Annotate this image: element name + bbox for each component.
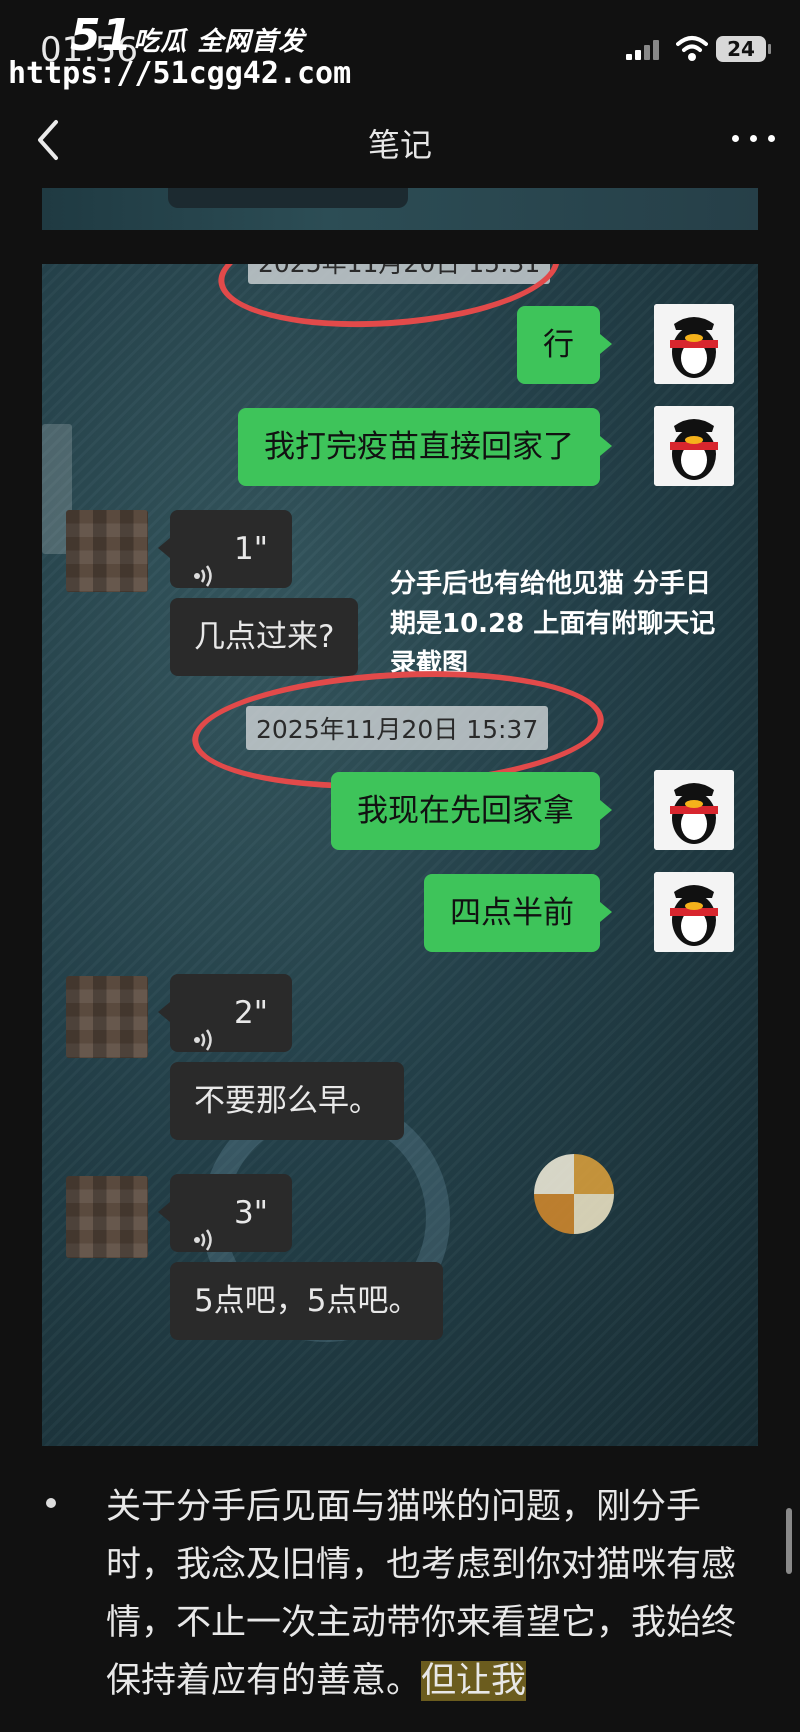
voice-wave-icon bbox=[194, 1203, 216, 1251]
avatar-me bbox=[654, 406, 734, 486]
received-message: 5点吧，5点吧。 bbox=[170, 1262, 444, 1340]
page-title: 笔记 bbox=[367, 126, 432, 164]
received-message: 几点过来? bbox=[170, 598, 359, 676]
voice-wave-icon bbox=[194, 1003, 216, 1051]
voice-duration: 1" bbox=[234, 531, 268, 567]
penguin-avatar-icon bbox=[654, 406, 734, 486]
status-bar: 01:56 51吃瓜 全网首发 https://51cgg42.com 24 bbox=[0, 0, 800, 100]
penguin-avatar-icon bbox=[654, 770, 734, 850]
watermark-logo: 51吃瓜 全网首发 bbox=[70, 10, 305, 61]
avatar-me bbox=[654, 872, 734, 952]
voice-wave-icon bbox=[194, 539, 216, 587]
watermark-logo-text: 吃瓜 全网首发 bbox=[133, 27, 306, 57]
avatar-other-pixelated bbox=[66, 976, 148, 1058]
penguin-avatar-icon bbox=[654, 304, 734, 384]
voice-message[interactable]: 2" bbox=[158, 974, 292, 1052]
bullet-point bbox=[46, 1498, 56, 1508]
previous-image bbox=[42, 188, 758, 230]
cellular-signal-icon bbox=[626, 40, 662, 60]
avatar-other-pixelated bbox=[66, 510, 148, 592]
paragraph-highlight: 但让我 bbox=[421, 1661, 527, 1701]
annotation-text: 分手后也有给他见猫 分手日期是10.28 上面有附聊天记录截图 bbox=[390, 569, 716, 679]
voice-message[interactable]: 1" bbox=[158, 510, 292, 588]
battery-icon: 24 bbox=[716, 36, 771, 62]
nav-bar: 笔记 bbox=[0, 100, 800, 184]
avatar-other-pixelated bbox=[66, 1176, 148, 1258]
chat-screenshot: 2025年11月20日 15:31 行 我打完疫苗直接回家了 1" 几点过来 bbox=[42, 264, 758, 1446]
penguin-avatar-icon bbox=[654, 872, 734, 952]
watermark-logo-number: 51 bbox=[70, 10, 134, 61]
sent-message: 行 bbox=[517, 306, 612, 384]
received-message: 不要那么早。 bbox=[170, 1062, 404, 1140]
voice-duration: 2" bbox=[234, 995, 268, 1031]
scrollbar[interactable] bbox=[786, 1508, 792, 1574]
sent-message: 我现在先回家拿 bbox=[331, 772, 612, 850]
sent-message: 四点半前 bbox=[424, 874, 612, 952]
article-paragraph: 关于分手后见面与猫咪的问题，刚分手时，我念及旧情，也考虑到你对猫咪有感情，不止一… bbox=[106, 1478, 756, 1710]
avatar-me bbox=[654, 304, 734, 384]
watermark-url: https://51cgg42.com bbox=[8, 56, 352, 91]
more-options-button[interactable] bbox=[730, 128, 780, 148]
avatar-me bbox=[654, 770, 734, 850]
voice-message[interactable]: 3" bbox=[158, 1174, 292, 1252]
sent-message: 我打完疫苗直接回家了 bbox=[238, 408, 612, 486]
voice-duration: 3" bbox=[234, 1195, 268, 1231]
wifi-icon bbox=[676, 34, 708, 62]
beach-ball bbox=[534, 1154, 614, 1234]
